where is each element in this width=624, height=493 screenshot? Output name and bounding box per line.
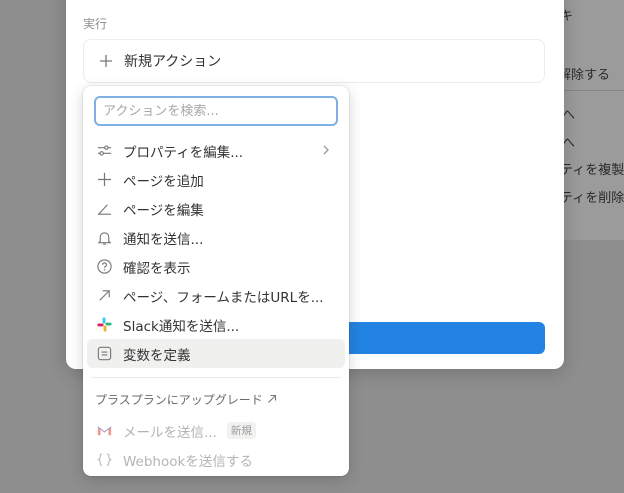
question-circle-icon	[95, 258, 113, 276]
section-label: 実行	[83, 17, 108, 31]
primary-button[interactable]	[336, 322, 545, 354]
menu-item-add-page[interactable]: ページを追加	[87, 165, 345, 194]
bell-icon	[95, 229, 113, 247]
braces-icon	[95, 451, 113, 469]
slack-icon	[95, 316, 113, 334]
menu-item-define-variable[interactable]: 変数を定義	[87, 339, 345, 368]
plus-icon	[95, 171, 113, 189]
menu-divider	[91, 377, 341, 378]
plus-icon	[100, 55, 112, 67]
menu-item-label: Slack通知を送信...	[123, 318, 240, 335]
sliders-icon	[95, 142, 113, 160]
menu-item-edit-page[interactable]: ページを編集	[87, 194, 345, 223]
background-menu-item: ティを削除	[560, 191, 624, 206]
menu-item-label: メールを送信...	[123, 424, 217, 441]
arrow-up-right-icon	[267, 394, 276, 403]
action-menu: プロパティを編集... ページを追加 ページを編集 通知を送信... 確認を表示…	[87, 136, 345, 474]
action-search-input[interactable]	[94, 96, 338, 126]
menu-item-show-confirmation[interactable]: 確認を表示	[87, 252, 345, 281]
menu-item-label: ページ、フォームまたはURLを...	[123, 289, 324, 306]
menu-item-open-page-form-url[interactable]: ページ、フォームまたはURLを...	[87, 281, 345, 310]
menu-item-edit-property[interactable]: プロパティを編集...	[87, 136, 345, 165]
menu-item-label: 通知を送信...	[123, 231, 204, 248]
arrow-up-right-icon	[95, 287, 113, 305]
upgrade-plan-link[interactable]: プラスプランにアップグレード	[87, 388, 345, 410]
menu-item-label: ページを追加	[123, 173, 204, 190]
menu-item-label: Webhookを送信する	[123, 453, 253, 470]
new-action-button[interactable]: 新規アクション	[83, 39, 545, 83]
menu-item-send-slack-notification[interactable]: Slack通知を送信...	[87, 310, 345, 339]
background-menu-item: 解除する	[558, 68, 611, 83]
menu-item-send-notification[interactable]: 通知を送信...	[87, 223, 345, 252]
background-menu-item: ティを複製	[560, 163, 624, 178]
menu-item-send-email: メールを送信... 新規	[87, 416, 345, 445]
menu-item-label: ページを編集	[123, 202, 204, 219]
upgrade-label: プラスプランにアップグレード	[95, 392, 263, 407]
new-badge: 新規	[226, 422, 256, 439]
edit-page-icon	[95, 200, 113, 218]
gmail-icon	[95, 422, 113, 440]
menu-item-label: 変数を定義	[123, 347, 191, 364]
menu-item-label: プロパティを編集...	[123, 144, 244, 161]
new-action-label: 新規アクション	[124, 54, 222, 70]
variable-icon	[95, 345, 113, 363]
chevron-right-icon	[323, 145, 329, 155]
menu-item-label: 確認を表示	[123, 260, 191, 277]
action-picker-dropdown: プロパティを編集... ページを追加 ページを編集 通知を送信... 確認	[83, 86, 349, 476]
menu-item-send-webhook: Webhookを送信する	[87, 445, 345, 474]
